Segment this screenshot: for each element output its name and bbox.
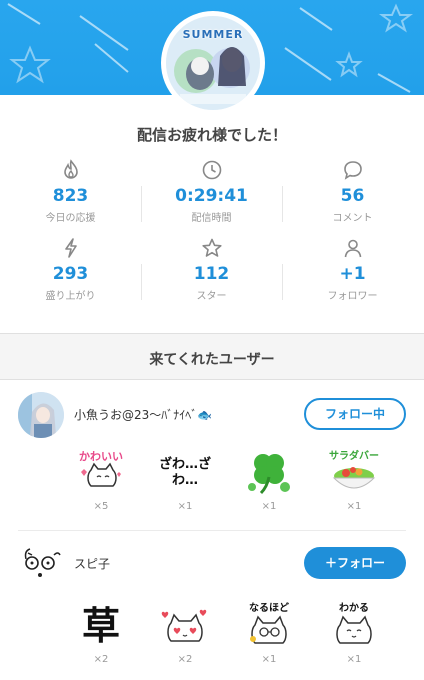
- clock-icon: [141, 158, 282, 182]
- stamp-list: 草 ×2 ×2 なるほど ×1 わかる ×1: [0, 600, 424, 670]
- avatar-image: SUMMER: [166, 16, 260, 110]
- kusa-stamp: 草: [56, 600, 146, 652]
- avatar[interactable]: [18, 392, 64, 438]
- visitor-row[interactable]: 小魚うお@23～ﾊﾞﾅｲﾍﾞ🐟 フォロー中: [0, 388, 424, 438]
- star-icon: [141, 236, 282, 260]
- stamp-count: ×1: [346, 501, 362, 512]
- avatar[interactable]: [18, 541, 64, 587]
- person-icon: [282, 236, 423, 260]
- stamp-item: 草 ×2: [56, 600, 146, 670]
- following-button[interactable]: フォロー中: [304, 398, 406, 430]
- follow-button[interactable]: ＋フォロー: [304, 547, 406, 579]
- clover-stamp: [224, 447, 314, 499]
- stat-stars: 112 スター: [141, 236, 282, 306]
- stat-comments: 56 コメント: [282, 158, 423, 228]
- visitor-row[interactable]: スピ子 ＋フォロー: [0, 537, 424, 587]
- divider: [141, 264, 142, 300]
- divider: [141, 186, 142, 222]
- naruhodo-cat-stamp: なるほど: [224, 600, 314, 652]
- stat-excitement: 293 盛り上がり: [0, 236, 141, 306]
- avatar-badge-text: SUMMER: [182, 28, 244, 41]
- stamp-item: ざわ…ざわ… ×1: [140, 447, 230, 517]
- stamp-count: ×1: [261, 501, 277, 512]
- speech-bubble-icon: [282, 158, 423, 182]
- zawa-stamp: ざわ…ざわ…: [140, 447, 230, 499]
- stat-label: 配信時間: [191, 213, 232, 224]
- stat-value: 56: [340, 186, 365, 206]
- stamp-text: ざわ…ざわ…: [158, 457, 211, 488]
- stat-duration: 0:29:41 配信時間: [141, 158, 282, 228]
- stat-label: コメント: [332, 213, 373, 224]
- divider: [282, 264, 283, 300]
- stat-value: 823: [52, 186, 89, 206]
- stamp-item: わかる ×1: [309, 600, 399, 670]
- stat-label: 盛り上がり: [45, 291, 96, 302]
- stat-label: 今日の応援: [45, 213, 96, 224]
- stamp-count: ×1: [177, 501, 193, 512]
- stamp-item: なるほど ×1: [224, 600, 314, 670]
- stat-value: 0:29:41: [175, 186, 248, 206]
- heart-cat-stamp: [140, 600, 230, 652]
- stamp-text: なるほど: [249, 601, 289, 614]
- stamp-item: サラダバー ×1: [309, 447, 399, 517]
- stamp-count: ×2: [177, 654, 193, 665]
- lightning-icon: [0, 236, 141, 260]
- stamp-list: かわいい ×5 ざわ…ざわ… ×1 ×1 サラダバー ×1: [0, 447, 424, 517]
- stat-label: フォロワー: [327, 291, 378, 302]
- stat-followers: +1 フォロワー: [282, 236, 423, 306]
- stat-label: スター: [196, 291, 227, 302]
- stamp-item: ×2: [140, 600, 230, 670]
- stat-value: 112: [193, 264, 230, 284]
- username[interactable]: スピ子: [74, 555, 110, 572]
- stat-value: 293: [52, 264, 89, 284]
- section-title: 来てくれたユーザー: [149, 352, 275, 368]
- stamp-text: かわいい: [79, 450, 123, 463]
- stat-support: 823 今日の応援: [0, 158, 141, 228]
- username[interactable]: 小魚うお@23～ﾊﾞﾅｲﾍﾞ🐟: [74, 406, 212, 423]
- stamp-count: ×5: [93, 501, 109, 512]
- visitors-section-header: 来てくれたユーザー: [0, 333, 424, 380]
- stats-grid: 823 今日の応援 0:29:41 配信時間 56 コメント 293 盛り上がり…: [0, 158, 424, 308]
- divider: [282, 186, 283, 222]
- stat-value: +1: [339, 264, 366, 284]
- wakaru-cat-stamp: わかる: [309, 600, 399, 652]
- stamp-count: ×2: [93, 654, 109, 665]
- stamp-item: ×1: [224, 447, 314, 517]
- streamer-avatar[interactable]: SUMMER: [161, 11, 265, 115]
- stamp-text: サラダバー: [329, 449, 379, 462]
- divider: [18, 530, 406, 531]
- stamp-text: 草: [81, 604, 120, 648]
- stamp-item: かわいい ×5: [56, 447, 146, 517]
- flame-icon: [0, 158, 141, 182]
- salad-bar-stamp: サラダバー: [309, 447, 399, 499]
- stamp-count: ×1: [261, 654, 277, 665]
- kawaii-cat-stamp: かわいい: [56, 447, 146, 499]
- stamp-text: わかる: [339, 602, 369, 614]
- stamp-count: ×1: [346, 654, 362, 665]
- page-title: 配信お疲れ様でした！: [136, 126, 287, 144]
